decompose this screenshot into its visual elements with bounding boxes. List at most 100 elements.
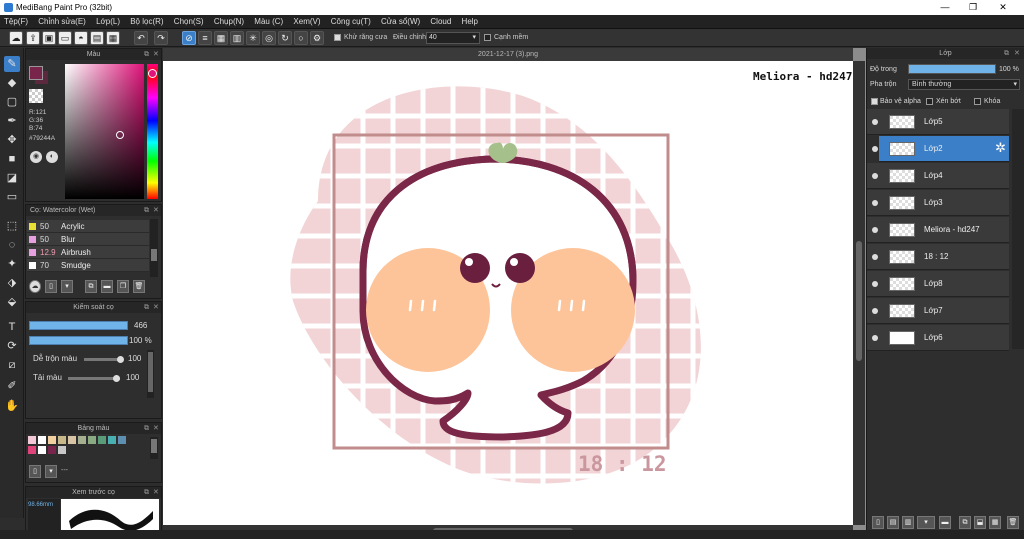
select-eraser-tool-icon[interactable]: ⬙ <box>4 294 20 310</box>
foreground-color-swatch[interactable] <box>29 66 43 80</box>
operation-tool-icon[interactable]: ⟳ <box>4 338 20 354</box>
brush-control-scrollbar[interactable] <box>147 350 154 398</box>
menu-filter[interactable]: Bộ lọc(R) <box>126 15 167 26</box>
menu-cloud[interactable]: Cloud <box>426 15 455 26</box>
color-slider-icon[interactable]: ◐ <box>46 151 58 163</box>
menu-edit[interactable]: Chỉnh sửa(E) <box>34 15 90 26</box>
delete-brush-icon[interactable]: 🗑 <box>133 280 145 293</box>
palette-swatch[interactable] <box>38 436 46 444</box>
palette-swatch[interactable] <box>38 446 46 454</box>
layer-opacity-bar[interactable] <box>908 64 996 74</box>
cloud-brush-icon[interactable]: ☁ <box>29 280 41 293</box>
snap-parallel-icon[interactable]: ≡ <box>198 31 212 45</box>
menu-color[interactable]: Màu (C) <box>250 15 287 26</box>
delete-layer-icon[interactable]: 🗑 <box>1007 516 1019 529</box>
snap-ellipse-icon[interactable]: ○ <box>294 31 308 45</box>
lock-checkbox[interactable] <box>974 98 981 105</box>
comment-icon[interactable]: ▭ <box>58 31 72 45</box>
blend-mode-select[interactable]: Bình thường ▾ <box>908 79 1020 90</box>
palette-menu-icon[interactable]: ▾ <box>45 465 57 478</box>
eye-icon[interactable] <box>872 335 878 341</box>
folder-icon[interactable]: ▬ <box>939 516 951 529</box>
eye-icon[interactable] <box>872 308 878 314</box>
image-icon[interactable]: ▣ <box>42 31 56 45</box>
text-tool-icon[interactable]: T <box>4 319 20 335</box>
brush-size-bar[interactable] <box>29 321 128 330</box>
blend-knob[interactable] <box>117 356 124 363</box>
antialias-checkbox[interactable] <box>334 34 341 41</box>
new-halftone-layer-icon[interactable]: ▤ <box>887 516 899 529</box>
bucket-tool-icon[interactable]: ◪ <box>4 170 20 186</box>
adjust-select[interactable]: 40 ▾ <box>426 32 480 44</box>
panel-icon[interactable]: ▤ <box>90 31 104 45</box>
new-brush-icon[interactable]: ▯ <box>45 280 57 293</box>
panel-float-icon[interactable]: ⧉ <box>144 49 149 60</box>
layer-row[interactable]: Lớp4 <box>867 163 1009 189</box>
menu-view[interactable]: Xem(V) <box>289 15 324 26</box>
palette-swatch[interactable] <box>98 436 106 444</box>
panel-close-icon[interactable]: ✕ <box>153 487 159 498</box>
new-layer-icon[interactable]: ▯ <box>872 516 884 529</box>
saturation-value-picker[interactable] <box>65 64 144 199</box>
palette-swatch[interactable] <box>108 436 116 444</box>
panel-float-icon[interactable]: ⧉ <box>144 423 149 434</box>
scroll-thumb[interactable] <box>856 241 862 361</box>
pen-tool-icon[interactable]: ✒ <box>4 113 20 129</box>
transparent-color-swatch[interactable] <box>29 89 43 103</box>
layer-properties-icon[interactable]: ▦ <box>989 516 1001 529</box>
speech-icon[interactable]: ◓ <box>74 31 88 45</box>
add-layer-menu-icon[interactable]: ▾ <box>917 516 935 529</box>
scroll-thumb[interactable] <box>151 249 157 261</box>
snap-cross-icon[interactable]: ▦ <box>214 31 228 45</box>
new-8bit-layer-icon[interactable]: ▥ <box>902 516 914 529</box>
snap-vanish-icon[interactable]: ▥ <box>230 31 244 45</box>
brush-item[interactable]: 70 Smudge <box>27 259 149 272</box>
panel-close-icon[interactable]: ✕ <box>153 423 159 434</box>
document-tab[interactable]: 2021-12-17 (3).png <box>163 48 853 61</box>
eye-icon[interactable] <box>872 254 878 260</box>
merge-layer-icon[interactable]: ⬓ <box>974 516 986 529</box>
layer-row[interactable]: Lớp7 <box>867 298 1009 324</box>
export-icon[interactable]: ⇪ <box>26 31 40 45</box>
brush-opacity-bar[interactable] <box>29 336 128 345</box>
palette-scrollbar[interactable] <box>150 437 158 459</box>
snap-curve-icon[interactable]: ↻ <box>278 31 292 45</box>
magic-wand-tool-icon[interactable]: ✦ <box>4 256 20 272</box>
close-button[interactable]: ✕ <box>988 1 1018 14</box>
layer-list-scrollbar[interactable] <box>1012 109 1024 349</box>
panel-float-icon[interactable]: ⧉ <box>144 302 149 313</box>
hue-slider[interactable] <box>147 64 158 199</box>
grid-icon[interactable]: ▦ <box>106 31 120 45</box>
brush-list-scrollbar[interactable] <box>150 219 158 277</box>
protect-alpha-checkbox[interactable] <box>871 98 878 105</box>
palette-swatch[interactable] <box>68 436 76 444</box>
menu-window[interactable]: Cửa sổ(W) <box>377 15 424 26</box>
hue-cursor[interactable] <box>148 69 157 78</box>
eraser-tool-icon[interactable]: ◆ <box>4 75 20 91</box>
panel-close-icon[interactable]: ✕ <box>153 49 159 60</box>
eye-icon[interactable] <box>872 227 878 233</box>
palette-swatch[interactable] <box>58 436 66 444</box>
layer-row[interactable]: Lớp3 <box>867 190 1009 216</box>
layer-row[interactable]: Meliora - hd247 <box>867 217 1009 243</box>
minimize-button[interactable]: — <box>930 1 960 14</box>
eye-icon[interactable] <box>872 146 878 152</box>
cloud-icon[interactable]: ☁ <box>9 31 23 45</box>
layer-row-selected[interactable]: Lớp2 ✲ <box>879 136 1009 162</box>
eye-icon[interactable] <box>872 281 878 287</box>
snap-circle-icon[interactable]: ◎ <box>262 31 276 45</box>
palette-swatch[interactable] <box>48 446 56 454</box>
add-brush-icon[interactable]: ▾ <box>61 280 73 293</box>
lasso-tool-icon[interactable]: ◌ <box>4 237 20 253</box>
menu-layer[interactable]: Lớp(L) <box>92 15 124 26</box>
rect-fill-tool-icon[interactable]: ■ <box>4 151 20 167</box>
snap-radial-icon[interactable]: ✳ <box>246 31 260 45</box>
gradient-tool-icon[interactable]: ▭ <box>4 189 20 205</box>
eyedropper-tool-icon[interactable]: ✐ <box>4 378 20 394</box>
panel-float-icon[interactable]: ⧉ <box>144 487 149 498</box>
menu-select[interactable]: Chọn(S) <box>170 15 208 26</box>
palette-swatch[interactable] <box>78 436 86 444</box>
palette-swatch[interactable] <box>48 436 56 444</box>
color-wheel-icon[interactable]: ◉ <box>30 151 42 163</box>
canvas-vertical-scrollbar[interactable] <box>853 61 865 525</box>
